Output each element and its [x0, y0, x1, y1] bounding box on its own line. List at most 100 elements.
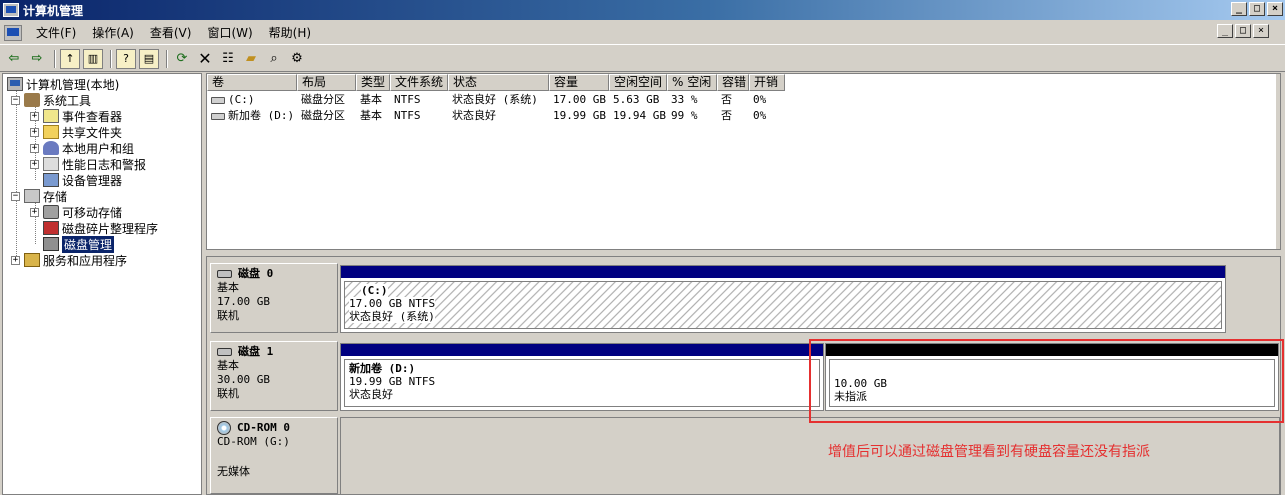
disk-state: 联机	[217, 309, 239, 322]
disk-name: CD-ROM 0	[217, 421, 337, 435]
tree-item-disk-management[interactable]: 磁盘管理	[43, 235, 115, 253]
tree-item-event-viewer[interactable]: + 事件查看器	[30, 108, 122, 124]
cell-status: 状态良好	[452, 109, 496, 122]
tree-item-removable-storage[interactable]: + 可移动存储	[30, 204, 122, 220]
tree-item-perf-logs[interactable]: + 性能日志和警报	[30, 156, 146, 172]
disk-size: 30.00 GB	[217, 373, 270, 386]
tree-line	[16, 90, 17, 260]
disk-0-label[interactable]: 磁盘 0 基本 17.00 GB 联机	[210, 263, 338, 333]
menu-view[interactable]: 查看(V)	[142, 24, 200, 41]
expand-icon[interactable]: +	[30, 111, 39, 121]
partition-size-fs: 19.99 GB NTFS	[349, 375, 436, 388]
column-header-filesystem[interactable]: 文件系统	[390, 74, 448, 91]
menu-action[interactable]: 操作(A)	[84, 24, 142, 41]
menu-help[interactable]: 帮助(H)	[261, 24, 319, 41]
collapse-icon[interactable]: −	[11, 95, 20, 105]
maximize-button[interactable]: □	[1249, 2, 1265, 16]
vertical-scrollbar[interactable]	[1276, 74, 1280, 249]
column-header-type[interactable]: 类型	[356, 74, 390, 91]
delete-icon[interactable]: ✕	[195, 49, 215, 69]
cell-type: 基本	[360, 93, 382, 106]
device-manager-icon	[43, 173, 59, 187]
partition-body: 新加卷 (D:) 19.99 GB NTFS 状态良好	[344, 359, 820, 407]
tree-item-storage[interactable]: − 存储	[11, 188, 67, 204]
cdrom-icon	[217, 421, 231, 435]
tree-item-device-manager[interactable]: 设备管理器	[43, 172, 122, 188]
cell-free-space: 5.63 GB	[613, 93, 660, 106]
volume-row[interactable]: (C:) 磁盘分区 基本 NTFS 状态良好 (系统) 17.00 GB 5.6…	[207, 92, 785, 108]
annotation-text: 增值后可以通过磁盘管理看到有硬盘容量还没有指派	[828, 444, 1150, 460]
partition-c[interactable]: (C:) 17.00 GB NTFS 状态良好 (系统)	[340, 265, 1226, 333]
disk-1-label[interactable]: 磁盘 1 基本 30.00 GB 联机	[210, 341, 338, 411]
expand-icon[interactable]: +	[30, 143, 39, 153]
cdrom-0-label[interactable]: CD-ROM 0 CD-ROM (G:) 无媒体	[210, 417, 338, 494]
tree-item-shared-folders[interactable]: + 共享文件夹	[30, 124, 122, 140]
mdi-close-button[interactable]: ×	[1253, 24, 1269, 38]
volume-name: 新加卷 (D:)	[228, 109, 295, 122]
partition-d[interactable]: 新加卷 (D:) 19.99 GB NTFS 状态良好	[340, 343, 824, 411]
disk-state: 联机	[217, 387, 239, 400]
tree-item-defrag[interactable]: 磁盘碎片整理程序	[43, 220, 158, 236]
column-header-capacity[interactable]: 容量	[549, 74, 609, 91]
volume-name: (C:)	[228, 93, 255, 106]
disk-settings-icon[interactable]: ⚙	[287, 49, 307, 69]
cell-filesystem: NTFS	[394, 109, 421, 122]
menu-file[interactable]: 文件(F)	[28, 24, 84, 41]
removable-storage-icon	[43, 205, 59, 219]
annotation-highlight-box	[809, 339, 1284, 423]
close-button[interactable]: ×	[1267, 2, 1283, 16]
tree-item-label: 共享文件夹	[62, 125, 123, 140]
toolbar-separator	[110, 49, 112, 68]
cell-layout: 磁盘分区	[301, 93, 345, 106]
show-hide-tree-icon[interactable]: ▥	[83, 48, 103, 69]
cell-filesystem: NTFS	[394, 93, 421, 106]
document-icon[interactable]	[4, 24, 22, 41]
disk-type: 基本	[217, 281, 239, 294]
tree-item-system-tools[interactable]: − 系统工具	[11, 92, 91, 108]
expand-icon[interactable]: +	[30, 127, 39, 137]
tree-item-label: 服务和应用程序	[43, 253, 128, 268]
tree-item-local-users[interactable]: + 本地用户和组	[30, 140, 134, 156]
expand-icon[interactable]: +	[30, 159, 39, 169]
volume-list: 卷 布局 类型 文件系统 状态 容量 空闲空间 % 空闲 容错 开销 (C:) …	[206, 73, 1281, 250]
cell-fault-tolerance: 否	[721, 93, 732, 106]
column-header-status[interactable]: 状态	[448, 74, 549, 91]
toolbar: ⇦ ⇨ ↑ ▥ ? ▤ ⟳ ✕ ☷ ▰ ⌕ ⚙	[0, 46, 1285, 72]
volume-row[interactable]: 新加卷 (D:) 磁盘分区 基本 NTFS 状态良好 19.99 GB 19.9…	[207, 108, 785, 124]
cell-percent-free: 99 %	[671, 109, 698, 122]
disk-size: 17.00 GB	[217, 295, 270, 308]
cell-status: 状态良好 (系统)	[452, 93, 538, 106]
expand-icon[interactable]: +	[11, 255, 20, 265]
open-folder-icon[interactable]: ▰	[241, 49, 261, 69]
cell-volume: 新加卷 (D:)	[207, 108, 297, 124]
search-icon[interactable]: ⌕	[264, 49, 284, 69]
column-header-percent-free[interactable]: % 空闲	[667, 74, 717, 91]
properties-pane-icon[interactable]: ▤	[139, 48, 159, 69]
defrag-icon	[43, 221, 59, 235]
disk-type: 基本	[217, 359, 239, 372]
cdrom-drive: CD-ROM (G:)	[217, 435, 290, 448]
tree-item-root[interactable]: 计算机管理(本地)	[7, 76, 119, 92]
system-tools-icon	[24, 93, 40, 107]
properties-icon[interactable]: ☷	[218, 49, 238, 69]
refresh-icon[interactable]: ⟳	[172, 49, 192, 69]
column-header-layout[interactable]: 布局	[297, 74, 356, 91]
minimize-button[interactable]: _	[1231, 2, 1247, 16]
expand-icon[interactable]: +	[30, 207, 39, 217]
disk-name-text: CD-ROM 0	[237, 421, 290, 434]
back-arrow-icon[interactable]: ⇦	[4, 49, 24, 69]
menu-window[interactable]: 窗口(W)	[199, 24, 260, 41]
tree-item-services[interactable]: + 服务和应用程序	[11, 252, 127, 268]
mdi-controls: _ □ ×	[1217, 24, 1269, 38]
disk-name: 磁盘 0	[217, 267, 337, 281]
forward-arrow-icon[interactable]: ⇨	[27, 49, 47, 69]
help-icon[interactable]: ?	[116, 48, 136, 69]
collapse-icon[interactable]: −	[11, 191, 20, 201]
up-folder-icon[interactable]: ↑	[60, 48, 80, 69]
column-header-volume[interactable]: 卷	[207, 74, 297, 91]
column-header-free-space[interactable]: 空闲空间	[609, 74, 667, 91]
mdi-restore-button[interactable]: □	[1235, 24, 1251, 38]
mdi-minimize-button[interactable]: _	[1217, 24, 1233, 38]
column-header-overhead[interactable]: 开销	[749, 74, 785, 91]
column-header-fault-tolerance[interactable]: 容错	[717, 74, 749, 91]
